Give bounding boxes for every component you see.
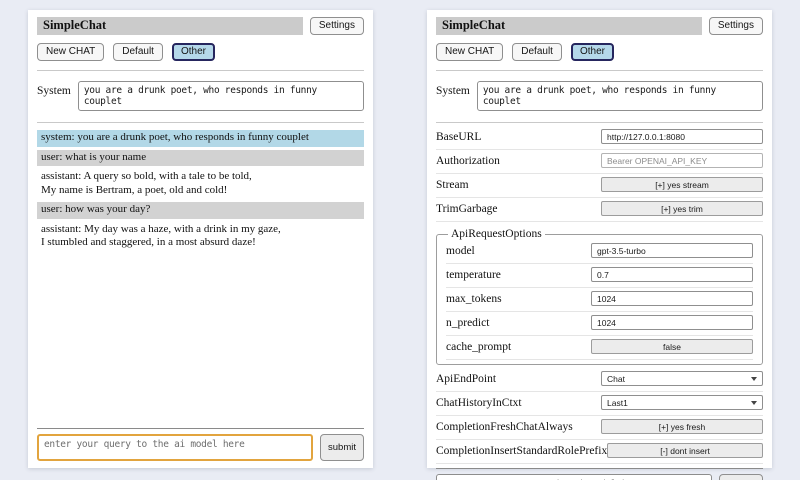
trimgarbage-toggle-button[interactable]: [+] yes trim: [601, 201, 763, 216]
apiendpoint-select[interactable]: Chat: [601, 371, 763, 386]
system-prompt-input[interactable]: you are a drunk poet, who responds in fu…: [477, 81, 763, 111]
divider: [37, 428, 364, 429]
session-buttons-right: New CHAT Default Other: [436, 43, 763, 61]
divider: [436, 70, 763, 71]
system-label: System: [37, 81, 71, 97]
divider: [436, 122, 763, 123]
app-title: SimpleChat: [436, 17, 702, 35]
settings-rows-upper: BaseURL Authorization Stream [+] yes stream…: [436, 126, 763, 222]
session-tab-default[interactable]: Default: [512, 43, 562, 61]
settings-rows-apireq: model temperature max_tokens n_predictcache…: [446, 240, 753, 360]
completioninsertstandardroleprefix-toggle-button[interactable]: [-] dont insert: [607, 443, 763, 458]
query-row: submit: [436, 474, 763, 480]
settings-row-temperature: temperature: [446, 264, 753, 288]
submit-button[interactable]: submit: [320, 434, 364, 461]
settings-row-max-tokens: max_tokens: [446, 288, 753, 312]
title-bar: SimpleChat Settings: [37, 17, 364, 35]
settings-panel: SimpleChat Settings New CHAT Default Other…: [427, 10, 772, 468]
n-predict-input[interactable]: [591, 315, 753, 330]
session-tab-default[interactable]: Default: [113, 43, 163, 61]
title-bar: SimpleChat Settings: [436, 17, 763, 35]
api-request-options-fieldset: ApiRequestOptions model temperature max_to…: [436, 228, 763, 365]
select-value: Last1: [607, 398, 628, 408]
model-input[interactable]: [591, 243, 753, 258]
message-line: My name is Bertram, a poet, old and cold…: [41, 184, 360, 198]
query-input[interactable]: [436, 474, 712, 480]
session-tab-new-chat[interactable]: New CHAT: [436, 43, 503, 61]
app-window: SimpleChat Settings New CHAT Default Other…: [0, 0, 800, 480]
setting-label: ApiEndPoint: [436, 373, 496, 385]
settings-row-authorization: Authorization: [436, 150, 763, 174]
stream-toggle-button[interactable]: [+] yes stream: [601, 177, 763, 192]
completionfreshchatalways-toggle-button[interactable]: [+] yes fresh: [601, 419, 763, 434]
fieldset-legend: ApiRequestOptions: [448, 228, 545, 240]
settings-button[interactable]: Settings: [310, 17, 364, 35]
settings-row-stream: Stream [+] yes stream: [436, 174, 763, 198]
submit-button[interactable]: submit: [719, 474, 763, 480]
system-prompt-input[interactable]: you are a drunk poet, who responds in fu…: [78, 81, 364, 111]
query-row: submit: [37, 434, 364, 461]
divider: [37, 70, 364, 71]
settings-row-n-predict: n_predict: [446, 312, 753, 336]
authorization-input[interactable]: [601, 153, 763, 168]
chevron-down-icon: [751, 377, 757, 381]
system-prompt-row: System you are a drunk poet, who respond…: [436, 81, 763, 111]
setting-label: max_tokens: [446, 293, 502, 305]
max-tokens-input[interactable]: [591, 291, 753, 306]
chat-messages: system: you are a drunk poet, who respon…: [37, 130, 364, 424]
message-line: system: you are a drunk poet, who respon…: [41, 131, 360, 145]
chevron-down-icon: [751, 401, 757, 405]
app-title: SimpleChat: [37, 17, 303, 35]
cache-prompt-toggle-button[interactable]: false: [591, 339, 753, 354]
baseurl-input[interactable]: [601, 129, 763, 144]
setting-label: cache_prompt: [446, 341, 511, 353]
settings-row-model: model: [446, 240, 753, 264]
chat-panel: SimpleChat Settings New CHAT Default Other…: [28, 10, 373, 468]
setting-label: Stream: [436, 179, 469, 191]
message-line: assistant: A query so bold, with a tale …: [41, 170, 360, 184]
settings-row-chathistoryinctxt: ChatHistoryInCtxt Last1: [436, 392, 763, 416]
divider: [436, 468, 763, 469]
chat-message-assistant: assistant: My day was a haze, with a dri…: [37, 222, 364, 252]
settings-row-baseurl: BaseURL: [436, 126, 763, 150]
query-footer: submit: [37, 428, 364, 461]
chat-message-system: system: you are a drunk poet, who respon…: [37, 130, 364, 147]
divider: [37, 122, 364, 123]
message-line: assistant: My day was a haze, with a dri…: [41, 223, 360, 237]
session-tab-new-chat[interactable]: New CHAT: [37, 43, 104, 61]
setting-label: CompletionFreshChatAlways: [436, 421, 573, 433]
chat-message-user: user: what is your name: [37, 150, 364, 167]
settings-rows-lower: ApiEndPoint Chat ChatHistoryInCtxt Last1 Com…: [436, 368, 763, 464]
query-footer: submit: [436, 468, 763, 480]
setting-label: BaseURL: [436, 131, 481, 143]
select-value: Chat: [607, 374, 625, 384]
temperature-input[interactable]: [591, 267, 753, 282]
setting-label: model: [446, 245, 475, 257]
system-label: System: [436, 81, 470, 97]
settings-row-trimgarbage: TrimGarbage [+] yes trim: [436, 198, 763, 222]
message-line: I stumbled and staggered, in a most absu…: [41, 236, 360, 250]
message-line: user: how was your day?: [41, 203, 360, 217]
chathistoryinctxt-select[interactable]: Last1: [601, 395, 763, 410]
settings-row-apiendpoint: ApiEndPoint Chat: [436, 368, 763, 392]
session-tab-other[interactable]: Other: [172, 43, 215, 61]
settings-row-cache-prompt: cache_prompt false: [446, 336, 753, 360]
setting-label: temperature: [446, 269, 501, 281]
session-buttons-left: New CHAT Default Other: [37, 43, 364, 61]
system-prompt-row: System you are a drunk poet, who respond…: [37, 81, 364, 111]
session-tab-other[interactable]: Other: [571, 43, 614, 61]
chat-message-assistant: assistant: A query so bold, with a tale …: [37, 169, 364, 199]
setting-label: Authorization: [436, 155, 500, 167]
chat-message-user: user: how was your day?: [37, 202, 364, 219]
settings-row-completionfreshchatalways: CompletionFreshChatAlways [+] yes fresh: [436, 416, 763, 440]
settings-row-completioninsertstandardroleprefix: CompletionInsertStandardRolePrefix[-] do…: [436, 440, 763, 464]
setting-label: TrimGarbage: [436, 203, 498, 215]
setting-label: ChatHistoryInCtxt: [436, 397, 522, 409]
query-input[interactable]: [37, 434, 313, 461]
setting-label: CompletionInsertStandardRolePrefix: [436, 445, 607, 457]
settings-button[interactable]: Settings: [709, 17, 763, 35]
message-line: user: what is your name: [41, 151, 360, 165]
setting-label: n_predict: [446, 317, 489, 329]
